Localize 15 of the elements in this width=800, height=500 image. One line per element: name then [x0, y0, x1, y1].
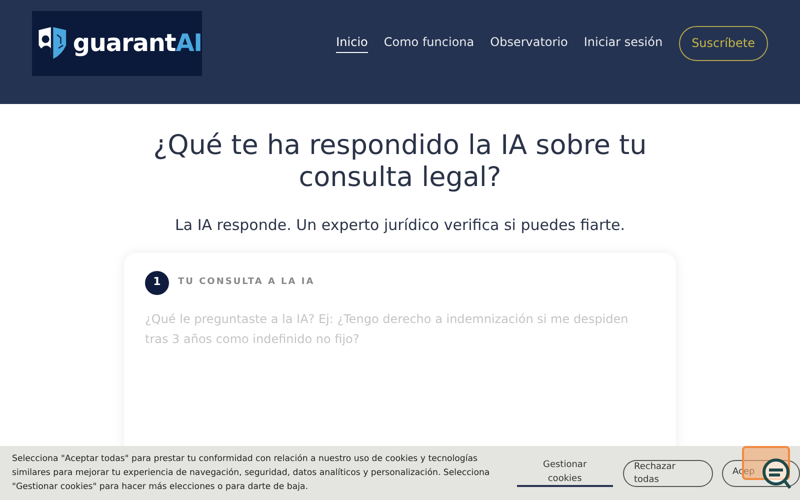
cookie-notice: Selecciona "Aceptar todas" para prestar tu conformidad con relación a nuestro uso de cookies y tecnologías similares para mejorar tu experiencia de navegación, seguridad, datos analíticos y personalización. Selecciona "Gestionar cookies" para hacer más elecciones o para darte de baja. [12, 453, 491, 494]
nav-link[interactable]: Observatorio [490, 33, 568, 53]
subscribe-button[interactable]: Suscríbete [678, 26, 768, 60]
cookie-button[interactable]: Rechazar todas [622, 460, 712, 486]
step-label: TU CONSULTA A LA IA [178, 276, 315, 289]
nav-link[interactable]: Inicio [336, 33, 368, 53]
nav-link[interactable]: Como funciona [384, 33, 474, 53]
nav-link[interactable]: Iniciar sesión [584, 33, 663, 53]
manage-cookies-link[interactable]: Gestionar cookies [516, 459, 613, 487]
logo[interactable]: guarantAI [32, 10, 202, 76]
page-title: ¿Qué te ha respondido la IA sobre tu consulta legal? [152, 130, 648, 194]
page-subtitle: La IA responde. Un experto jurídico verifica si puedes fiarte. [175, 215, 625, 236]
query-field[interactable]: ¿Qué le preguntaste a la IA? Ej: ¿Tengo derecho a indemnización si me despiden tras 3 años como indefinido no fijo? [145, 308, 655, 428]
step-number: 1 [145, 270, 169, 294]
logo-text: guarantAI [72, 28, 202, 59]
